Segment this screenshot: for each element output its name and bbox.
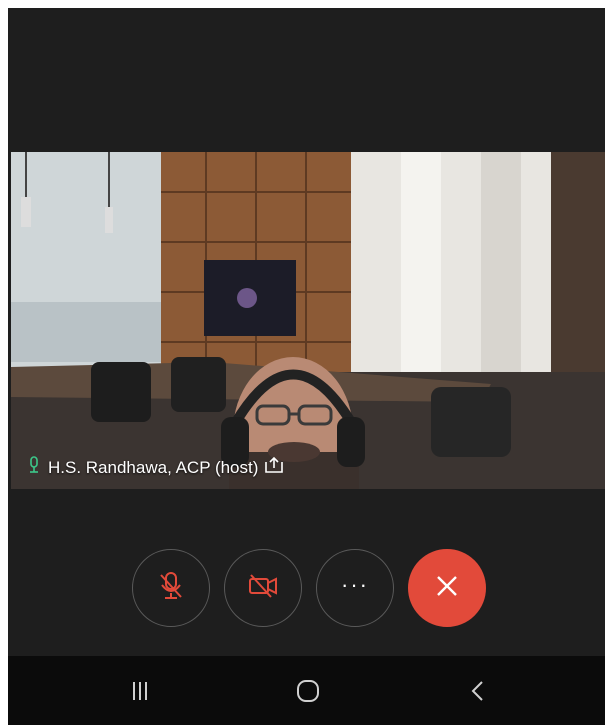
more-icon: ··· bbox=[341, 572, 369, 597]
video-button[interactable] bbox=[224, 549, 302, 627]
mic-off-icon bbox=[158, 571, 184, 606]
system-navbar bbox=[8, 656, 605, 725]
participant-name: H.S. Randhawa, ACP (host) bbox=[48, 457, 259, 477]
participant-label: H.S. Randhawa, ACP (host) bbox=[28, 456, 284, 479]
share-icon bbox=[264, 456, 284, 479]
mic-icon bbox=[28, 456, 40, 479]
home-icon[interactable] bbox=[288, 674, 328, 708]
back-icon[interactable] bbox=[458, 674, 498, 708]
close-icon bbox=[433, 572, 461, 605]
end-call-button[interactable] bbox=[408, 549, 486, 627]
mute-button[interactable] bbox=[132, 549, 210, 627]
participant-video[interactable] bbox=[11, 152, 605, 489]
more-button[interactable]: ··· bbox=[316, 549, 394, 627]
call-controls: ··· bbox=[132, 549, 486, 627]
recents-icon[interactable] bbox=[120, 674, 160, 708]
video-off-icon bbox=[247, 573, 279, 604]
call-screen: H.S. Randhawa, ACP (host) ··· bbox=[8, 8, 605, 725]
